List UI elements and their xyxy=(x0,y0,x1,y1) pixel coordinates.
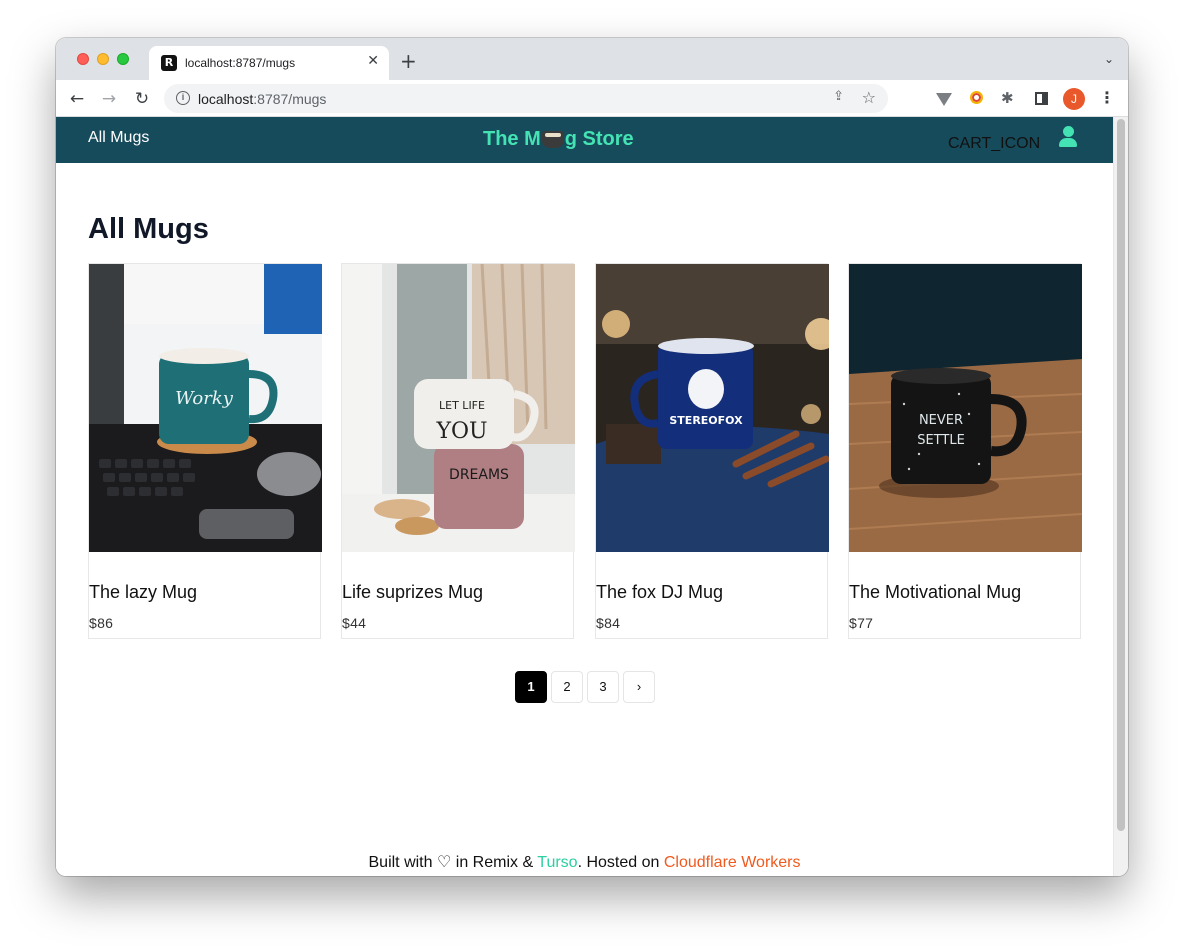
tab-close-icon[interactable]: ✕ xyxy=(367,53,379,69)
turso-link[interactable]: Turso xyxy=(537,854,577,871)
svg-text:Worky: Worky xyxy=(175,388,234,409)
product-card[interactable]: DREAMS LET LIFE YOU Life suprizes Mug $4… xyxy=(341,263,575,639)
scrollbar-thumb[interactable] xyxy=(1117,119,1125,831)
product-price: $44 xyxy=(342,615,367,631)
browser-toolbar: ← → ↻ i localhost:8787/mugs ⇪ ☆ ✱ J ⋮ xyxy=(56,80,1128,117)
product-image[interactable]: Worky xyxy=(89,264,322,552)
mug-icon xyxy=(541,131,564,148)
tab-strip: R localhost:8787/mugs ✕ + ⌄ xyxy=(56,38,1128,80)
bookmark-star-icon[interactable]: ☆ xyxy=(862,88,876,107)
reload-icon[interactable]: ↻ xyxy=(130,87,154,111)
page-3-button[interactable]: 3 xyxy=(587,671,619,703)
back-icon[interactable]: ← xyxy=(65,87,89,111)
url-host: localhost xyxy=(198,91,254,107)
svg-text:DREAMS: DREAMS xyxy=(449,467,509,483)
tab-title: localhost:8787/mugs xyxy=(185,56,296,70)
new-tab-button[interactable]: + xyxy=(400,49,417,73)
browser-tab[interactable]: R localhost:8787/mugs ✕ xyxy=(149,46,389,80)
cart-link[interactable]: CART_ICON xyxy=(948,135,1040,153)
profile-avatar[interactable]: J xyxy=(1063,88,1085,110)
footer-prefix: Built with ♡ in Remix & xyxy=(368,854,538,871)
share-icon[interactable]: ⇪ xyxy=(833,89,844,104)
svg-text:LET LIFE: LET LIFE xyxy=(439,399,485,412)
site-info-icon[interactable]: i xyxy=(176,91,190,105)
site-footer: Built with ♡ in Remix & Turso. Hosted on… xyxy=(56,852,1113,872)
site-title-link[interactable]: The M g Store xyxy=(483,128,634,151)
maximize-window-button[interactable] xyxy=(117,53,129,65)
svg-text:NEVER: NEVER xyxy=(919,413,963,428)
product-price: $84 xyxy=(596,615,621,631)
product-name[interactable]: The Motivational Mug xyxy=(849,582,1021,603)
svg-text:SETTLE: SETTLE xyxy=(917,433,965,448)
vue-devtools-extension-icon[interactable] xyxy=(936,93,952,106)
product-card[interactable]: NEVER SETTLE The Motivational Mug $77 xyxy=(848,263,1082,639)
url-text[interactable]: localhost:8787/mugs xyxy=(198,91,326,107)
remix-favicon-icon: R xyxy=(161,55,177,71)
minimize-window-button[interactable] xyxy=(97,53,109,65)
lightbulb-extension-icon[interactable] xyxy=(970,91,983,104)
page-title: All Mugs xyxy=(88,213,209,245)
address-bar[interactable]: i localhost:8787/mugs ⇪ ☆ xyxy=(164,84,888,113)
tab-list-chevron-icon[interactable]: ⌄ xyxy=(1104,52,1114,66)
product-name[interactable]: The lazy Mug xyxy=(89,582,197,603)
product-image[interactable]: STEREOFOX xyxy=(596,264,829,552)
svg-text:YOU: YOU xyxy=(435,419,487,444)
cloudflare-workers-link[interactable]: Cloudflare Workers xyxy=(664,854,801,871)
page-1-button[interactable]: 1 xyxy=(515,671,547,703)
page-scrollbar[interactable] xyxy=(1113,117,1128,876)
extensions-puzzle-icon[interactable]: ✱ xyxy=(1001,89,1019,107)
product-price: $86 xyxy=(89,615,114,631)
next-page-button[interactable]: › xyxy=(623,671,655,703)
close-window-button[interactable] xyxy=(77,53,89,65)
product-card[interactable]: STEREOFOX The fox DJ Mug $84 xyxy=(595,263,829,639)
page-viewport: All Mugs The M g Store CART_ICON All Mugs xyxy=(56,117,1128,876)
side-panel-icon[interactable] xyxy=(1035,92,1048,105)
url-path: :8787/mugs xyxy=(253,91,327,107)
product-card[interactable]: Worky The lazy Mug $86 xyxy=(88,263,322,639)
product-name[interactable]: The fox DJ Mug xyxy=(596,582,723,603)
product-name[interactable]: Life suprizes Mug xyxy=(342,582,483,603)
browser-window: R localhost:8787/mugs ✕ + ⌄ ← → ↻ i loca… xyxy=(56,38,1128,876)
page-2-button[interactable]: 2 xyxy=(551,671,583,703)
footer-middle: . Hosted on xyxy=(577,854,664,871)
site-header: All Mugs The M g Store CART_ICON xyxy=(56,117,1113,163)
product-image[interactable]: DREAMS LET LIFE YOU xyxy=(342,264,575,552)
user-icon[interactable] xyxy=(1059,126,1077,150)
browser-menu-icon[interactable]: ⋮ xyxy=(1099,88,1117,107)
site-title-start: The M xyxy=(483,128,541,150)
nav-all-mugs-link[interactable]: All Mugs xyxy=(88,129,149,147)
product-price: $77 xyxy=(849,615,874,631)
svg-text:STEREOFOX: STEREOFOX xyxy=(669,414,743,427)
product-image[interactable]: NEVER SETTLE xyxy=(849,264,1082,552)
forward-icon[interactable]: → xyxy=(97,87,121,111)
site-title-end: g Store xyxy=(564,128,634,150)
